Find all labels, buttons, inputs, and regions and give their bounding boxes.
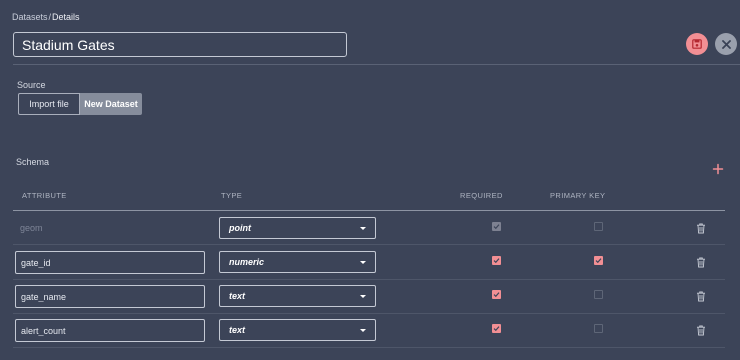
attribute-name-input[interactable] [15, 251, 205, 274]
trash-icon [697, 223, 705, 234]
caret-down-icon [360, 294, 366, 298]
delete-row-button[interactable] [696, 323, 706, 336]
checkmark-icon [493, 292, 500, 298]
delete-row-button[interactable] [696, 221, 706, 234]
column-header-primary-key: PRIMARY KEY [550, 191, 606, 200]
new-dataset-button[interactable]: New Dataset [80, 93, 142, 115]
required-checkbox[interactable] [492, 290, 501, 299]
breadcrumb-separator: / [48, 12, 52, 22]
dataset-name-input[interactable] [13, 32, 347, 57]
caret-down-icon [360, 226, 366, 230]
checkmark-icon [493, 258, 500, 264]
column-header-attribute: ATTRIBUTE [22, 191, 67, 200]
delete-row-button[interactable] [696, 289, 706, 302]
column-header-required: REQUIRED [460, 191, 503, 200]
schema-label: Schema [16, 157, 50, 167]
caret-down-icon [360, 260, 366, 264]
type-select-value: numeric [229, 257, 265, 267]
required-checkbox[interactable] [492, 256, 501, 265]
source-toggle: Import file New Dataset [18, 93, 142, 115]
type-select[interactable]: text [219, 285, 376, 307]
trash-icon [697, 291, 705, 302]
header-divider [13, 64, 740, 65]
primary-key-checkbox[interactable] [594, 290, 603, 299]
table-header-divider [13, 210, 725, 211]
checkmark-icon [493, 224, 500, 230]
attribute-name-input[interactable] [15, 285, 205, 308]
close-icon [721, 39, 731, 49]
delete-row-button[interactable] [696, 255, 706, 268]
required-checkbox-disabled [492, 222, 501, 231]
add-attribute-button[interactable] [711, 162, 725, 176]
type-select[interactable]: text [219, 319, 376, 341]
breadcrumb: Datasets / Details [12, 12, 80, 22]
breadcrumb-datasets-link[interactable]: Datasets [12, 12, 48, 22]
import-file-button[interactable]: Import file [18, 93, 80, 115]
type-select-value: text [229, 291, 246, 301]
trash-icon [697, 325, 705, 336]
plus-icon [712, 163, 724, 175]
attribute-name-input[interactable] [15, 319, 205, 342]
save-button[interactable] [686, 33, 708, 55]
type-select[interactable]: point [219, 217, 376, 239]
attribute-name-static: geom [20, 223, 43, 233]
primary-key-checkbox[interactable] [594, 256, 603, 265]
trash-icon [697, 257, 705, 268]
type-select[interactable]: numeric [219, 251, 376, 273]
checkmark-icon [493, 326, 500, 332]
row-divider [13, 313, 725, 314]
primary-key-checkbox[interactable] [594, 222, 603, 231]
required-checkbox[interactable] [492, 324, 501, 333]
type-select-value: text [229, 325, 246, 335]
column-header-type: TYPE [221, 191, 243, 200]
type-select-value: point [229, 223, 251, 233]
checkmark-icon [595, 258, 602, 264]
row-divider [13, 279, 725, 280]
row-divider [13, 347, 725, 348]
caret-down-icon [360, 328, 366, 332]
row-divider [13, 244, 725, 245]
save-icon [692, 39, 702, 49]
source-label: Source [17, 80, 46, 90]
close-button[interactable] [715, 33, 737, 55]
primary-key-checkbox[interactable] [594, 324, 603, 333]
breadcrumb-current: Details [52, 12, 80, 22]
